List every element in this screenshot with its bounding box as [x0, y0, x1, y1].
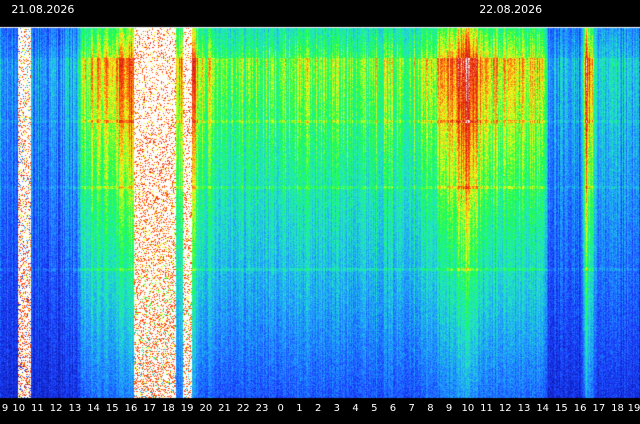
- hour-tick-label: 15: [105, 403, 119, 414]
- date-label: 21.08.2026: [11, 3, 75, 16]
- hour-tick-label: 13: [68, 403, 82, 414]
- hour-tick-label: 11: [480, 403, 493, 414]
- hour-tick-label: 14: [87, 403, 100, 414]
- hour-tick-label: 18: [611, 403, 624, 414]
- hour-tick-label: 2: [314, 403, 322, 414]
- hour-tick-label: 17: [143, 403, 157, 414]
- hour-tick-label: 22: [236, 403, 250, 414]
- hour-tick-label: 8: [427, 403, 434, 414]
- hour-tick-label: 4: [352, 403, 359, 414]
- hour-tick-label: 15: [555, 403, 568, 414]
- hour-tick-label: 10: [461, 403, 475, 414]
- hour-tick-label: 9: [445, 403, 453, 414]
- hour-tick-label: 14: [536, 403, 550, 414]
- hour-tick-label: 3: [333, 403, 341, 414]
- hour-tick-label: 12: [49, 403, 63, 414]
- hour-tick-label: 7: [408, 403, 415, 414]
- spectrogram-canvas: [0, 0, 640, 424]
- hour-tick-label: 13: [517, 403, 531, 414]
- hour-tick-label: 6: [389, 403, 397, 414]
- hour-tick-label: 19: [180, 403, 194, 414]
- hour-tick-label: 12: [498, 403, 512, 414]
- hour-tick-label: 18: [162, 403, 175, 414]
- hour-tick-label: 20: [199, 403, 213, 414]
- hour-tick-label: 10: [12, 403, 26, 414]
- hour-tick-label: 11: [31, 403, 44, 414]
- hour-tick-label: 23: [255, 403, 269, 414]
- hour-tick-label: 16: [573, 403, 587, 414]
- hour-tick-label: 9: [1, 403, 9, 414]
- hour-tick-label: 21: [218, 403, 231, 414]
- hour-tick-label: 17: [592, 403, 606, 414]
- hour-tick-label: 1: [296, 403, 303, 414]
- date-label: 22.08.2026: [479, 3, 543, 16]
- hour-tick-label: 0: [277, 403, 284, 414]
- hour-tick-label: 19: [627, 403, 640, 414]
- hour-tick-label: 16: [124, 403, 138, 414]
- hour-tick-label: 5: [371, 403, 378, 414]
